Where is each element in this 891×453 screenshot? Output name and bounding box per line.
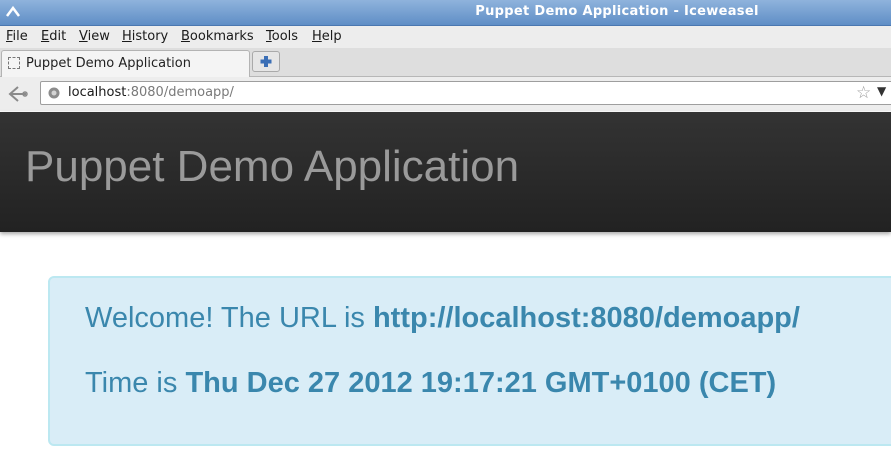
back-icon[interactable] [4, 81, 32, 107]
tab-strip: Puppet Demo Application [0, 48, 891, 77]
tab-active[interactable]: Puppet Demo Application [1, 50, 250, 77]
menu-help[interactable]: Help [312, 29, 342, 44]
page-navbar: Puppet Demo Application [0, 112, 891, 232]
bookmark-star-icon[interactable]: ☆ [856, 83, 871, 103]
menu-edit[interactable]: Edit [41, 29, 66, 44]
time-prefix: Time is [85, 367, 186, 399]
menu-view[interactable]: View [79, 29, 110, 44]
menu-bar: File Edit View History Bookmarks Tools H… [0, 26, 891, 48]
menu-history[interactable]: History [122, 29, 168, 44]
address-bar[interactable]: localhost:8080/demoapp/ ☆ ▼ [40, 81, 891, 105]
time-line: Time is Thu Dec 27 2012 19:17:21 GMT+010… [85, 367, 776, 400]
window-titlebar: Puppet Demo Application - Iceweasel [0, 0, 891, 26]
welcome-prefix: Welcome! The URL is [85, 302, 373, 334]
welcome-url: http://localhost:8080/demoapp/ [372, 302, 800, 334]
info-alert: Welcome! The URL is http://localhost:808… [48, 276, 891, 446]
new-tab-button[interactable] [252, 51, 280, 72]
welcome-line: Welcome! The URL is http://localhost:808… [85, 302, 800, 335]
page-brand[interactable]: Puppet Demo Application [25, 142, 519, 192]
window-title: Puppet Demo Application - Iceweasel [475, 4, 759, 19]
tab-label: Puppet Demo Application [26, 56, 191, 71]
menu-file[interactable]: File [6, 29, 28, 44]
menu-tools[interactable]: Tools [266, 29, 298, 44]
menu-bookmarks[interactable]: Bookmarks [181, 29, 254, 44]
address-path: :8080/demoapp/ [126, 85, 234, 100]
site-globe-icon[interactable] [48, 87, 60, 99]
url-dropdown-icon[interactable]: ▼ [877, 84, 886, 98]
new-tab-icon [260, 56, 272, 67]
address-host: localhost [68, 85, 127, 100]
address-url[interactable]: localhost:8080/demoapp/ [68, 85, 234, 100]
tab-favicon [8, 57, 20, 69]
navigation-bar: localhost:8080/demoapp/ ☆ ▼ [0, 77, 891, 111]
time-value: Thu Dec 27 2012 19:17:21 GMT+0100 (CET) [185, 367, 777, 399]
